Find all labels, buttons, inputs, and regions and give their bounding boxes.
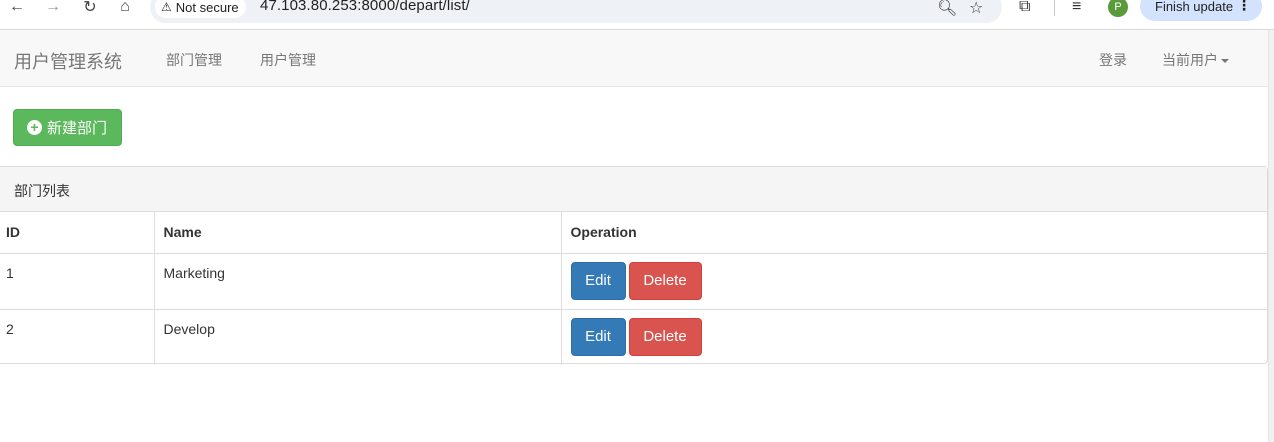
- reading-list-icon[interactable]: ≡: [1072, 0, 1081, 16]
- warning-icon: ⚠: [161, 0, 172, 14]
- department-list-panel: 部门列表 ID Name Operation 1 Marketing Edit D…: [0, 166, 1268, 365]
- browser-toolbar: ← → ↻ ⌂ ⚠ Not secure 47.103.80.253:8000/…: [0, 0, 1274, 30]
- app-navbar: 用户管理系统 部门管理 用户管理 登录 当前用户: [0, 30, 1268, 87]
- reload-icon[interactable]: ↻: [79, 0, 101, 16]
- scrollbar[interactable]: [1268, 30, 1274, 442]
- navbar-brand[interactable]: 用户管理系统: [14, 48, 122, 74]
- delete-button[interactable]: Delete: [628, 261, 702, 300]
- cell-operation: Edit Delete: [561, 308, 1267, 365]
- security-chip[interactable]: ⚠ Not secure: [155, 0, 246, 18]
- new-department-label: 新建部门: [47, 120, 108, 137]
- new-department-button[interactable]: + 新建部门: [13, 109, 122, 146]
- finish-update-label: Finish update: [1155, 0, 1234, 14]
- extensions-icon[interactable]: ⧉: [1019, 0, 1030, 16]
- edit-button[interactable]: Edit: [570, 261, 626, 300]
- cell-id: 1: [0, 252, 155, 309]
- finish-update-button[interactable]: Finish update ⋮: [1140, 0, 1262, 21]
- plus-circle-icon: +: [27, 120, 42, 135]
- security-label: Not secure: [175, 0, 239, 15]
- column-header-id: ID: [0, 212, 155, 254]
- nav-link-login[interactable]: 登录: [1099, 50, 1127, 70]
- panel-title: 部门列表: [0, 167, 1267, 212]
- toolbar-divider: [1054, 0, 1055, 16]
- home-icon[interactable]: ⌂: [114, 0, 136, 15]
- nav-link-users[interactable]: 用户管理: [260, 50, 316, 70]
- edit-button[interactable]: Edit: [570, 317, 626, 356]
- cell-name: Develop: [154, 308, 562, 365]
- cell-id: 2: [0, 308, 155, 365]
- nav-link-departments[interactable]: 部门管理: [166, 50, 222, 70]
- zoom-icon[interactable]: 🔍︎: [937, 0, 957, 18]
- cell-name: Marketing: [154, 252, 562, 309]
- current-user-dropdown[interactable]: 当前用户: [1162, 50, 1229, 70]
- forward-arrow-icon[interactable]: →: [42, 0, 64, 15]
- table-header-row: ID Name Operation: [0, 212, 1267, 254]
- column-header-operation: Operation: [561, 212, 1267, 254]
- table-row: 1 Marketing Edit Delete: [0, 252, 1267, 309]
- back-arrow-icon[interactable]: ←: [6, 0, 28, 15]
- delete-button[interactable]: Delete: [628, 317, 702, 356]
- current-user-label: 当前用户: [1162, 52, 1218, 68]
- caret-down-icon: [1221, 59, 1229, 64]
- cell-operation: Edit Delete: [561, 252, 1267, 309]
- bookmark-star-icon[interactable]: ☆: [969, 0, 983, 18]
- more-vert-icon: ⋮: [1237, 0, 1251, 13]
- department-table: ID Name Operation 1 Marketing Edit Delete…: [0, 212, 1267, 365]
- url-text[interactable]: 47.103.80.253:8000/depart/list/: [260, 0, 470, 14]
- profile-avatar[interactable]: P: [1108, 0, 1128, 17]
- column-header-name: Name: [154, 212, 562, 254]
- table-row: 2 Develop Edit Delete: [0, 308, 1267, 365]
